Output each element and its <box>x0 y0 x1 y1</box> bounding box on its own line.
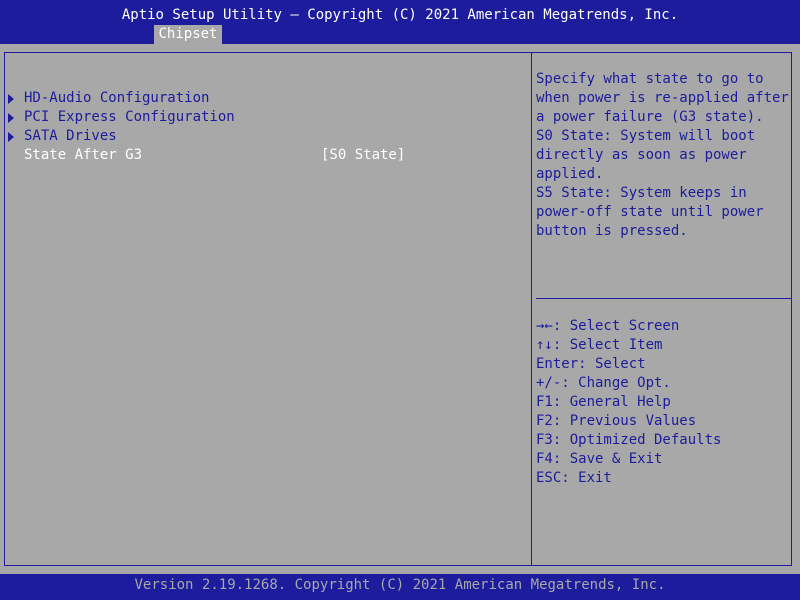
help-line: applied. <box>536 166 604 182</box>
key-change-opt: +/-: Change Opt. <box>536 375 671 391</box>
key-select-screen: →←: Select Screen <box>536 318 680 334</box>
help-line: S5 State: System keeps in <box>536 185 747 201</box>
setting-value[interactable]: [S0 State] <box>321 146 405 165</box>
help-text: Specify what state to go to when power i… <box>536 70 789 241</box>
menu-item-label: PCI Express Configuration <box>24 109 235 125</box>
menu-item-label: SATA Drives <box>24 128 117 144</box>
submenu-arrow-icon <box>8 113 14 123</box>
help-line: when power is re-applied after <box>536 90 789 106</box>
app-title: Aptio Setup Utility – Copyright (C) 2021… <box>121 7 679 23</box>
menu-item-hd-audio-configuration[interactable]: HD-Audio Configuration <box>5 89 525 108</box>
menu-item-label: HD-Audio Configuration <box>24 90 210 106</box>
main-panel: HD-Audio Configuration PCI Express Confi… <box>0 44 800 574</box>
menu-item-sata-drives[interactable]: SATA Drives <box>5 127 525 146</box>
help-line: power-off state until power <box>536 204 764 220</box>
help-line: Specify what state to go to <box>536 71 764 87</box>
footer-bar: Version 2.19.1268. Copyright (C) 2021 Am… <box>0 574 800 600</box>
horizontal-divider <box>536 298 791 299</box>
menu-item-state-after-g3[interactable]: State After G3 [S0 State] <box>5 146 525 165</box>
key-select-item: ↑↓: Select Item <box>536 337 663 353</box>
header-bar: Aptio Setup Utility – Copyright (C) 2021… <box>0 0 800 44</box>
version-text: Version 2.19.1268. Copyright (C) 2021 Am… <box>134 577 666 593</box>
key-exit: ESC: Exit <box>536 470 612 486</box>
key-save-exit: F4: Save & Exit <box>536 451 663 467</box>
key-enter-select: Enter: Select <box>536 356 646 372</box>
help-line: S0 State: System will boot <box>536 128 756 144</box>
help-line: directly as soon as power <box>536 147 747 163</box>
tab-chipset[interactable]: Chipset <box>154 25 222 44</box>
help-line: a power failure (G3 state). <box>536 109 764 125</box>
submenu-arrow-icon <box>8 132 14 142</box>
key-general-help: F1: General Help <box>536 394 671 410</box>
content-frame: HD-Audio Configuration PCI Express Confi… <box>4 52 792 566</box>
key-optimized-defaults: F3: Optimized Defaults <box>536 432 722 448</box>
setting-label: State After G3 <box>24 147 143 163</box>
key-legend: →←: Select Screen ↑↓: Select Item Enter:… <box>536 317 786 488</box>
vertical-divider <box>531 53 532 565</box>
key-previous-values: F2: Previous Values <box>536 413 697 429</box>
help-line: button is pressed. <box>536 223 688 239</box>
menu-item-pci-express-configuration[interactable]: PCI Express Configuration <box>5 108 525 127</box>
menu-list: HD-Audio Configuration PCI Express Confi… <box>5 89 525 165</box>
submenu-arrow-icon <box>8 94 14 104</box>
